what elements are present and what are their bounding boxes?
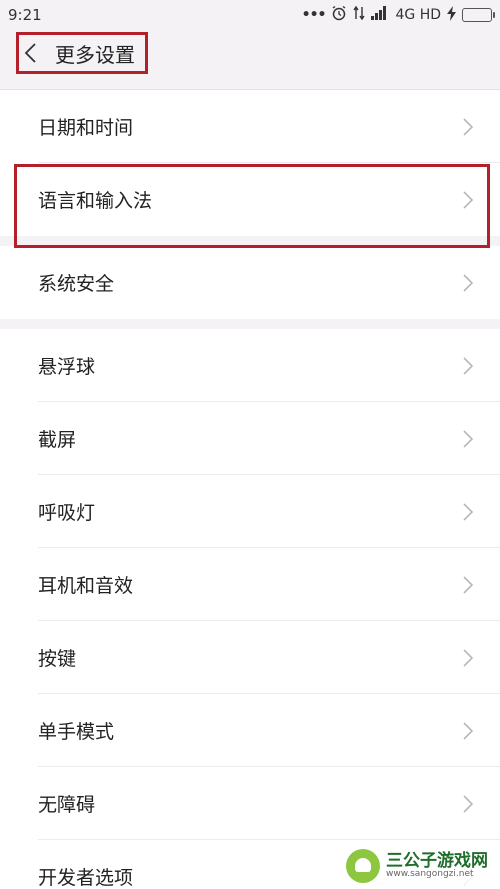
- group-divider: [0, 319, 500, 329]
- status-time: 9:21: [8, 6, 42, 24]
- status-bar: 9:21 ••• 4G HD: [0, 0, 500, 30]
- settings-item[interactable]: 日期和时间: [0, 90, 500, 163]
- charging-icon: [447, 5, 456, 25]
- settings-item[interactable]: 悬浮球: [0, 329, 500, 402]
- settings-item-label: 截屏: [38, 429, 77, 451]
- watermark: 三公子游戏网 www.sangongzi.net: [340, 847, 494, 885]
- chevron-right-icon: [462, 190, 474, 210]
- settings-item[interactable]: 耳机和音效: [0, 548, 500, 621]
- chevron-right-icon: [462, 502, 474, 522]
- settings-item[interactable]: 系统安全: [0, 246, 500, 319]
- back-button[interactable]: 更多设置: [16, 32, 148, 74]
- settings-item-label: 呼吸灯: [38, 502, 96, 524]
- watermark-url: www.sangongzi.net: [386, 869, 474, 880]
- settings-item-label: 悬浮球: [38, 356, 96, 378]
- settings-list: 日期和时间语言和输入法 系统安全悬浮球截屏呼吸灯耳机和音效按键单手模式无障碍开发者…: [0, 90, 500, 889]
- alarm-icon: [331, 5, 347, 25]
- app-bar: 更多设置: [0, 30, 500, 90]
- chevron-right-icon: [462, 794, 474, 814]
- settings-item[interactable]: 呼吸灯: [0, 475, 500, 548]
- settings-item-label: 无障碍: [38, 794, 96, 816]
- settings-item-label: 日期和时间: [38, 117, 134, 139]
- settings-item[interactable]: 无障碍: [0, 767, 500, 840]
- data-arrows-icon: [353, 5, 366, 25]
- chevron-right-icon: [462, 117, 474, 137]
- settings-item[interactable]: 语言和输入法: [0, 163, 500, 236]
- settings-item-label: 开发者选项: [38, 867, 134, 889]
- settings-item-label: 语言和输入法: [38, 190, 153, 212]
- watermark-title: 三公子游戏网: [386, 850, 488, 871]
- chevron-right-icon: [462, 429, 474, 449]
- group-divider: [0, 236, 500, 246]
- more-dots-icon: •••: [301, 7, 327, 23]
- status-icons: ••• 4G HD: [301, 5, 495, 25]
- chevron-right-icon: [462, 575, 474, 595]
- page-title: 更多设置: [55, 42, 135, 67]
- settings-item[interactable]: 按键: [0, 621, 500, 694]
- chevron-left-icon: [23, 42, 41, 64]
- chevron-right-icon: [462, 356, 474, 376]
- settings-item-label: 系统安全: [38, 273, 115, 295]
- settings-item-label: 单手模式: [38, 721, 115, 743]
- signal-icon: [371, 6, 389, 24]
- network-label: 4G HD: [395, 7, 441, 23]
- watermark-logo-icon: [346, 849, 380, 883]
- chevron-right-icon: [462, 648, 474, 668]
- settings-item-label: 按键: [38, 648, 77, 670]
- battery-icon: [462, 8, 495, 22]
- settings-item[interactable]: 截屏: [0, 402, 500, 475]
- settings-item-label: 耳机和音效: [38, 575, 134, 597]
- chevron-right-icon: [462, 273, 474, 293]
- settings-item[interactable]: 单手模式: [0, 694, 500, 767]
- chevron-right-icon: [462, 721, 474, 741]
